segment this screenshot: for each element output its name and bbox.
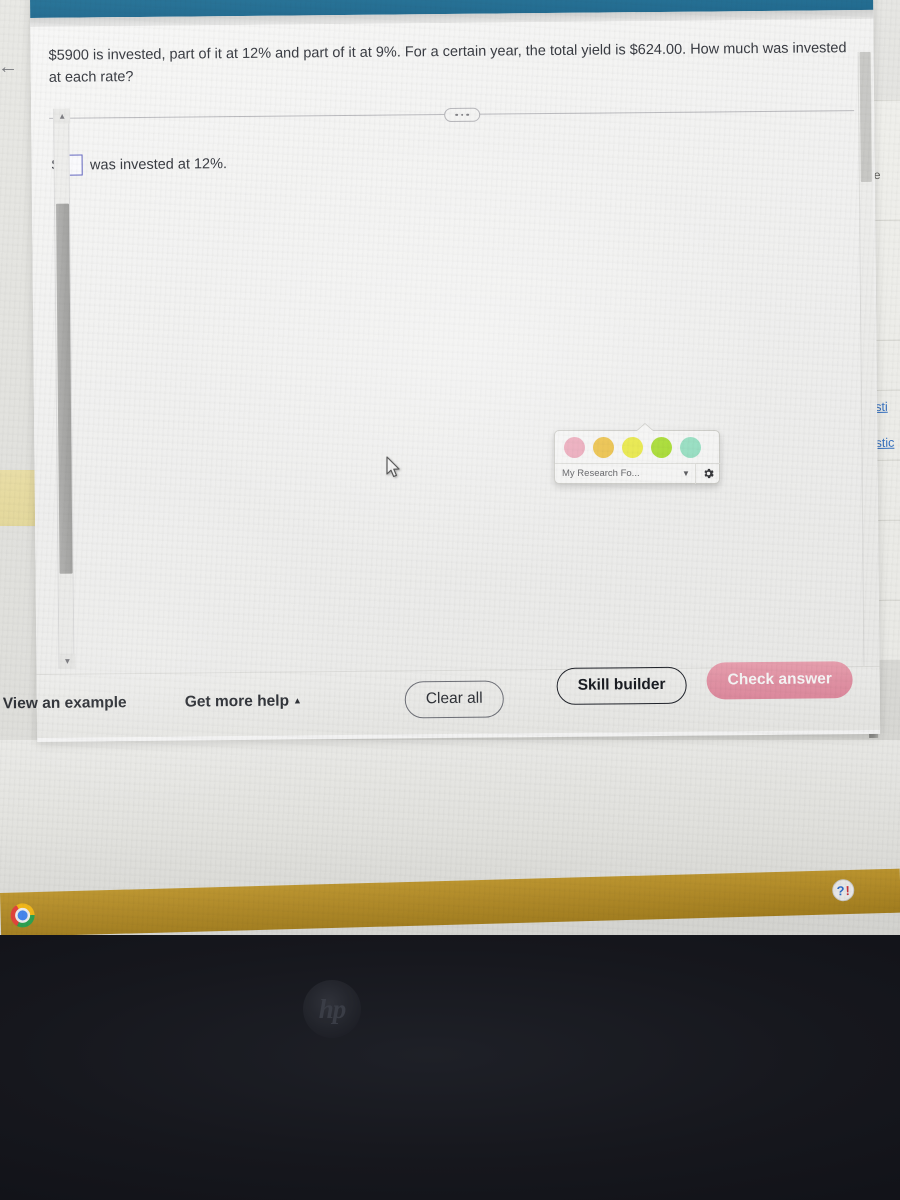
- left-edge-strip: ←: [0, 0, 42, 760]
- help-icon[interactable]: ?!: [831, 878, 855, 902]
- scroll-down-arrow-icon[interactable]: ▼: [59, 653, 76, 669]
- popup-pointer: [637, 424, 653, 431]
- gear-icon[interactable]: [695, 463, 721, 484]
- get-more-help-link[interactable]: Get more help ▲: [185, 692, 302, 711]
- bg-link-fragment[interactable]: stic: [876, 436, 895, 450]
- monitor-bezel: [0, 935, 900, 1200]
- skill-builder-button[interactable]: Skill builder: [556, 666, 687, 705]
- monitor-screen: ← e sti stic Homework Save: [0, 0, 900, 946]
- highlighter-popup[interactable]: My Research Fo... ▼: [554, 424, 721, 484]
- homework-window: Homework Save $5900 is invested, part of…: [3, 0, 881, 742]
- scroll-up-arrow-icon[interactable]: ▲: [54, 108, 71, 124]
- dot: [455, 113, 458, 117]
- clear-all-button[interactable]: Clear all: [404, 680, 504, 719]
- question-text: $5900 is invested, part of it at 12% and…: [48, 40, 847, 86]
- chevron-down-icon[interactable]: ▼: [677, 469, 695, 478]
- scrollbar-thumb[interactable]: [56, 203, 73, 574]
- swatch-pink-button[interactable]: [564, 437, 585, 458]
- help-exclaim: !: [845, 882, 851, 898]
- exercise-toolbar: View an example Get more help ▲ Clear all…: [3, 661, 881, 738]
- chrome-icon[interactable]: [10, 903, 35, 928]
- exercise-content: $5900 is invested, part of it at 12% and…: [30, 18, 880, 700]
- dot: [460, 113, 464, 117]
- collapse-left-arrow-icon[interactable]: ←: [0, 56, 18, 79]
- get-more-help-label: Get more help: [184, 692, 290, 711]
- swatch-green-button[interactable]: [651, 437, 672, 458]
- popup-footer: My Research Fo... ▼: [555, 463, 721, 484]
- content-divider: [49, 104, 855, 126]
- divider-drag-handle[interactable]: [444, 107, 481, 123]
- swatch-yellow-button[interactable]: [622, 437, 643, 458]
- answer-row: $ was invested at 12%.: [52, 153, 228, 176]
- color-swatches: [564, 437, 701, 458]
- swatch-teal-button[interactable]: [680, 437, 701, 458]
- scrollbar-thumb[interactable]: [859, 51, 872, 183]
- monitor-photo: ← e sti stic Homework Save: [0, 0, 900, 1200]
- help-glyph: ?: [836, 882, 845, 898]
- swatch-orange-button[interactable]: [593, 437, 614, 458]
- hp-logo: hp: [303, 980, 361, 1038]
- exercise-pane-scrollbar[interactable]: ▲ ▼: [53, 108, 76, 669]
- research-folder-select[interactable]: My Research Fo...: [555, 468, 677, 479]
- answer-label: was invested at 12%.: [89, 155, 228, 173]
- mouse-cursor: [386, 456, 402, 479]
- check-answer-button[interactable]: Check answer: [706, 661, 854, 700]
- view-an-example-link[interactable]: View an example: [3, 694, 127, 713]
- dot: [466, 113, 469, 117]
- chevron-up-icon: ▲: [292, 695, 302, 706]
